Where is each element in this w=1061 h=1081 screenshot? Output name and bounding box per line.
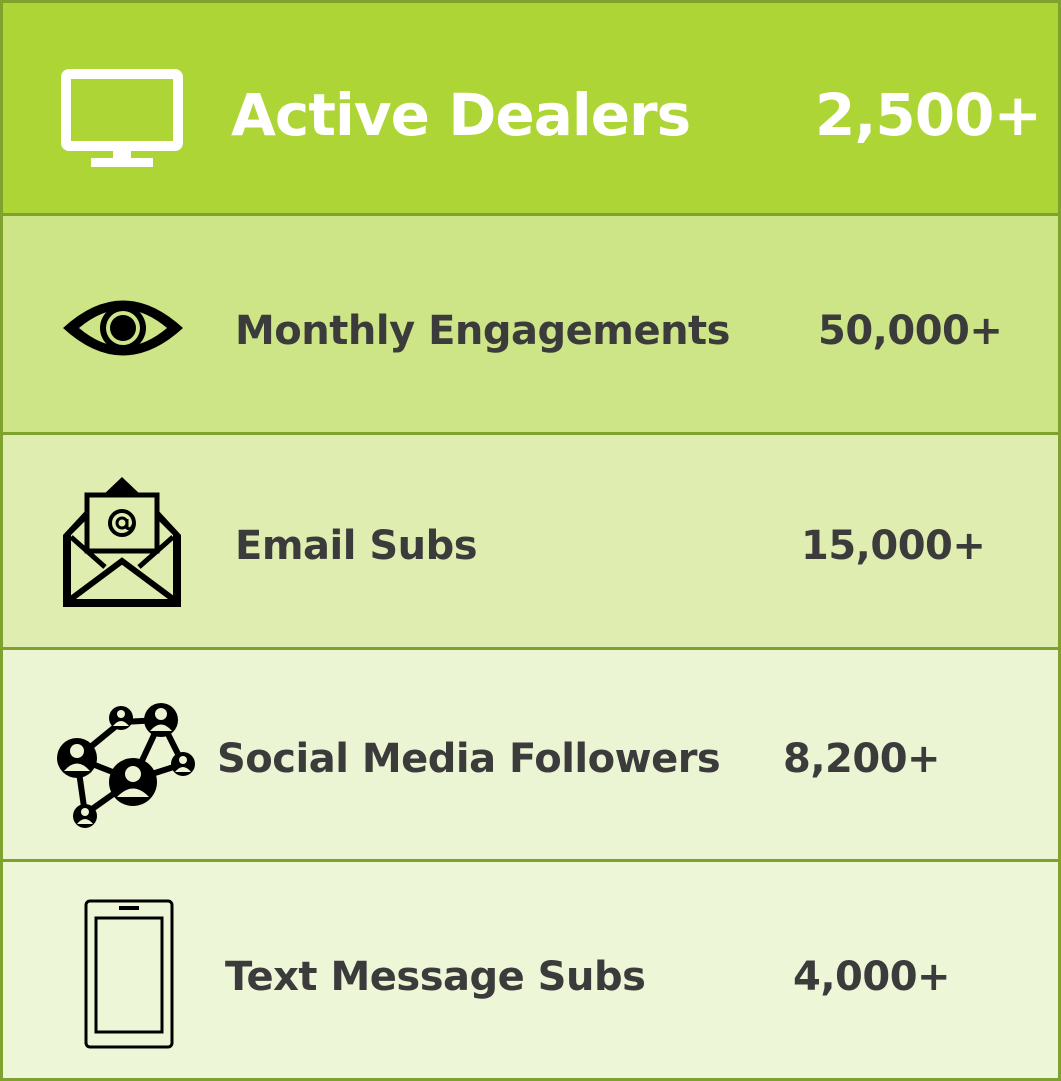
mobile-phone-icon [83, 898, 175, 1054]
stat-label: Active Dealers [231, 81, 691, 149]
stat-value: 2,500+ [815, 81, 1042, 149]
eye-icon [59, 295, 187, 365]
stat-value: 15,000+ [801, 523, 986, 569]
stat-row-email-subs: Email Subs 15,000+ [0, 435, 1061, 650]
stat-row-monthly-engagements: Monthly Engagements 50,000+ [0, 216, 1061, 435]
stat-row-active-dealers: Active Dealers 2,500+ [0, 0, 1061, 216]
stat-label: Social Media Followers [217, 736, 721, 782]
social-network-icon [49, 696, 197, 836]
stat-label: Monthly Engagements [235, 308, 730, 354]
stat-value: 8,200+ [783, 736, 941, 782]
stat-row-social-media-followers: Social Media Followers 8,200+ [0, 650, 1061, 862]
stat-value: 50,000+ [818, 308, 1003, 354]
stat-label: Email Subs [235, 523, 478, 569]
stat-label: Text Message Subs [225, 954, 646, 1000]
monitor-icon [61, 69, 183, 173]
stat-value: 4,000+ [793, 954, 951, 1000]
stat-row-text-message-subs: Text Message Subs 4,000+ [0, 862, 1061, 1081]
stats-panel: Active Dealers 2,500+ Monthly Engagement… [0, 0, 1061, 1081]
email-envelope-icon [61, 475, 183, 613]
